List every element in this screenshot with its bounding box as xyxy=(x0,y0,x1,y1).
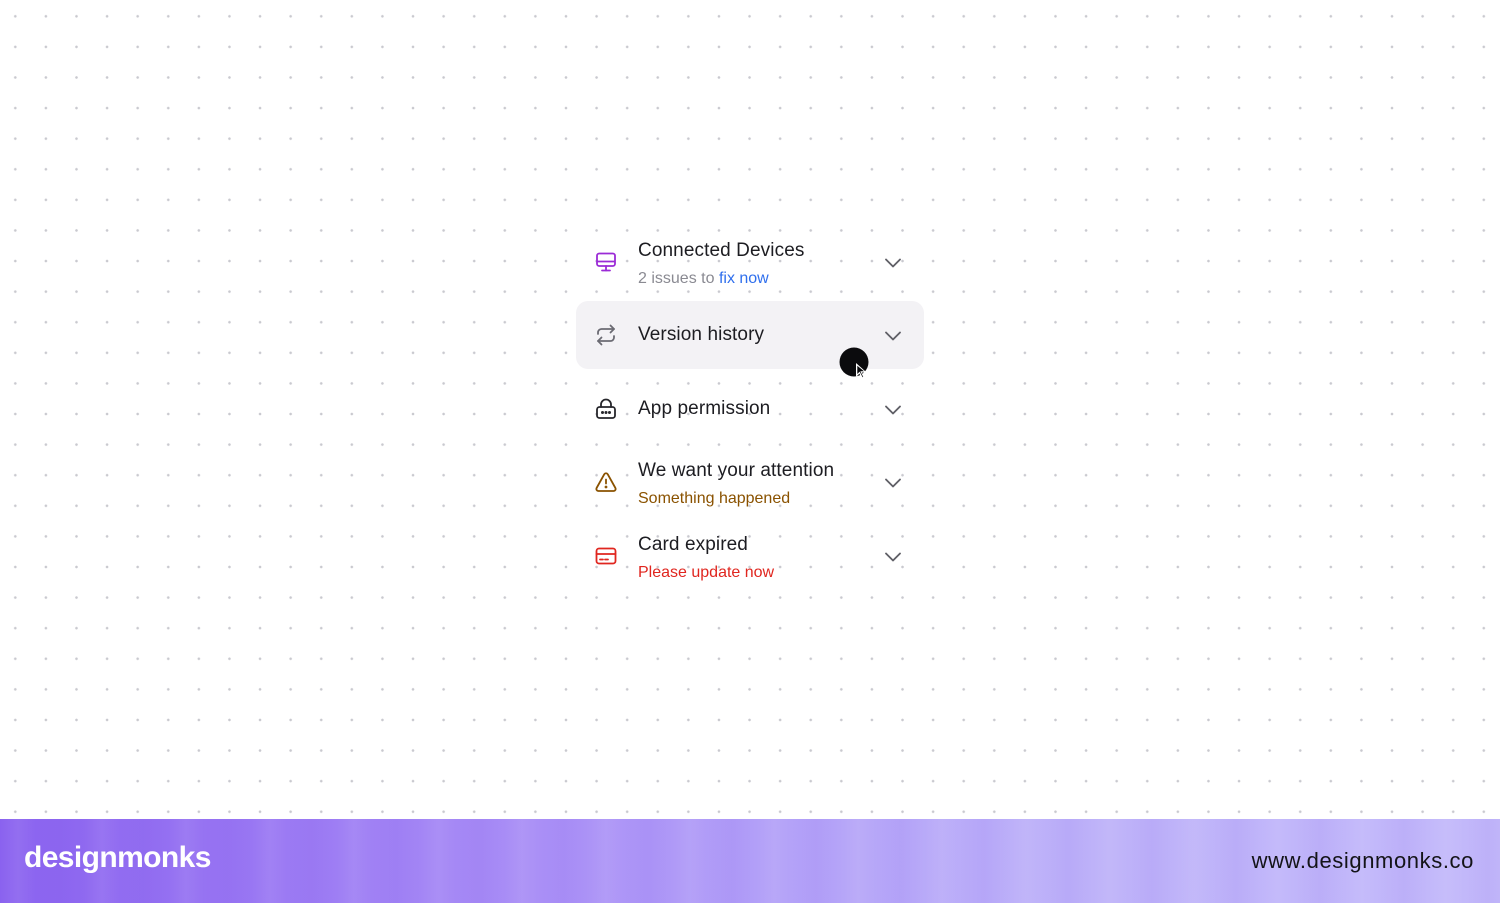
list-item-app-permission[interactable]: App permission xyxy=(576,375,924,443)
list-item-attention[interactable]: We want your attention Something happene… xyxy=(576,448,924,516)
chevron-down-icon[interactable] xyxy=(882,399,904,421)
repeat-arrows-icon xyxy=(594,323,618,347)
credit-card-icon xyxy=(594,544,618,568)
cursor-pointer-icon xyxy=(839,347,873,381)
item-title: Version history xyxy=(638,324,765,345)
fix-now-link[interactable]: fix now xyxy=(719,270,769,287)
chevron-down-icon[interactable] xyxy=(882,546,904,568)
item-subtitle: Please update now xyxy=(638,564,775,581)
subtitle-text: 2 issues to xyxy=(638,270,715,287)
warning-triangle-icon xyxy=(594,470,618,494)
lock-icon xyxy=(594,397,618,421)
item-title: We want your attention xyxy=(638,460,835,481)
chevron-down-icon[interactable] xyxy=(882,325,904,347)
item-subtitle: 2 issues to fix now xyxy=(638,270,769,288)
item-subtitle: Something happened xyxy=(638,490,791,507)
chevron-down-icon[interactable] xyxy=(882,472,904,494)
monitor-icon xyxy=(594,250,618,274)
list-item-card-expired[interactable]: Card expired Please update now xyxy=(576,522,924,590)
item-title: Connected Devices xyxy=(638,240,805,261)
list-item-connected-devices[interactable]: Connected Devices 2 issues to fix now xyxy=(576,228,924,296)
website-url: www.designmonks.co xyxy=(1251,848,1474,873)
item-title: App permission xyxy=(638,398,771,419)
brand-logo: designmonks xyxy=(24,841,211,874)
item-title: Card expired xyxy=(638,534,748,555)
footer-banner: designmonks www.designmonks.co xyxy=(0,819,1500,903)
chevron-down-icon[interactable] xyxy=(882,252,904,274)
